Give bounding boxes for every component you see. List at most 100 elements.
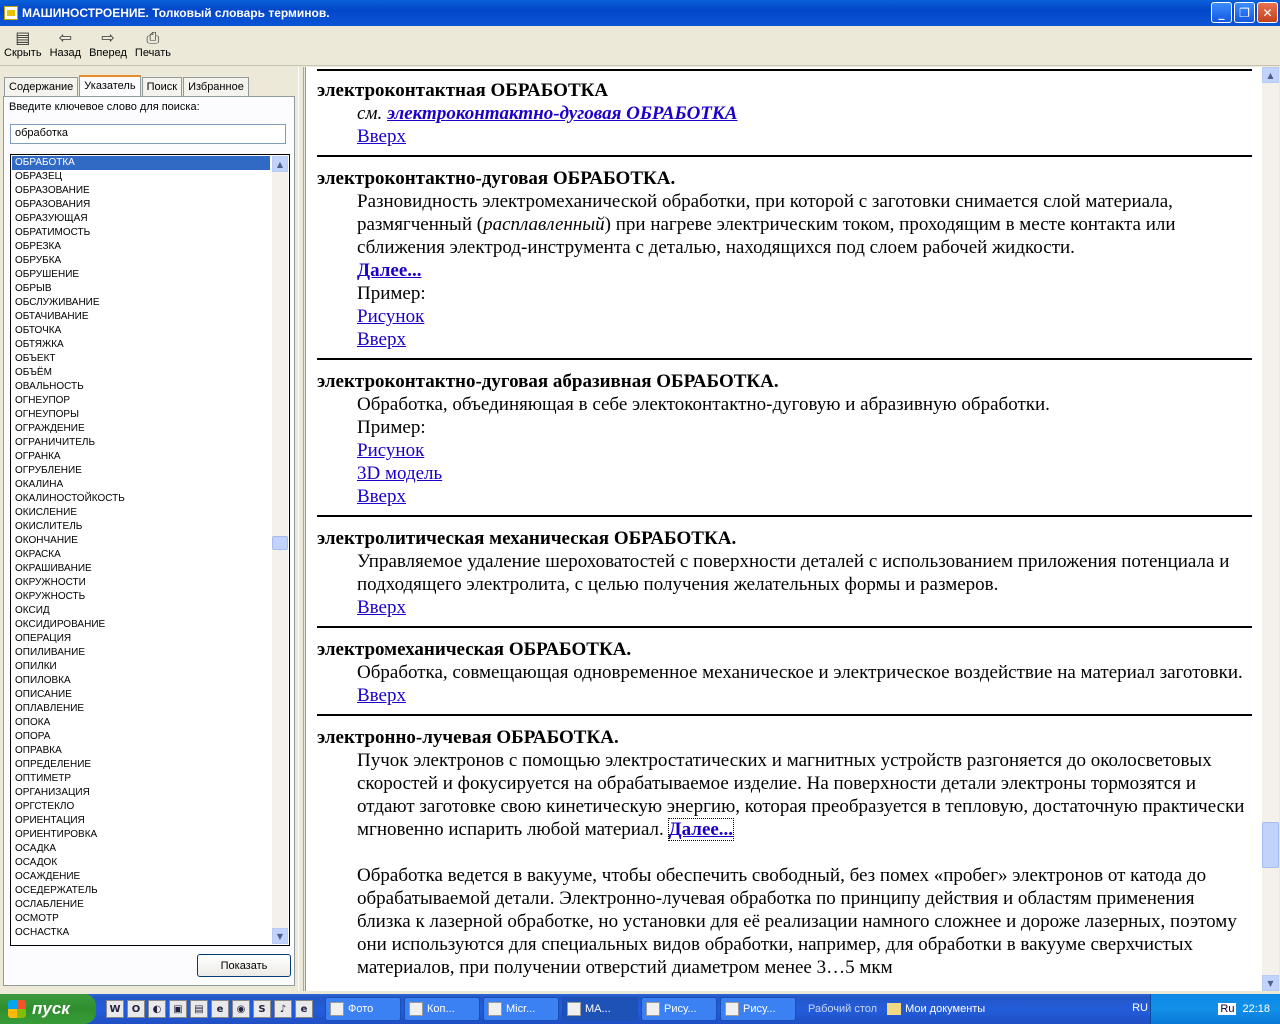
more-link[interactable]: Далее...	[357, 260, 422, 281]
scroll-thumb[interactable]	[272, 536, 288, 550]
tab-index[interactable]: Указатель	[79, 75, 141, 97]
index-item[interactable]: ОБЪЕКТ	[12, 352, 270, 366]
top-link[interactable]: Вверх	[357, 126, 406, 147]
index-item[interactable]: ОРИЕНТАЦИЯ	[12, 814, 270, 828]
index-item[interactable]: ОБТЯЖКА	[12, 338, 270, 352]
index-item[interactable]: ОКРУЖНОСТИ	[12, 576, 270, 590]
index-list[interactable]: ОБРАБОТКА ОБРАЗЕЦ ОБРАЗОВАНИЕ ОБРАЗОВАНИЯ ОБ…	[10, 154, 290, 946]
close-button[interactable]: ✕	[1257, 2, 1278, 23]
figure-link[interactable]: Рисунок	[357, 306, 424, 327]
index-item[interactable]: ОБРАЗЕЦ	[12, 170, 270, 184]
tab-search[interactable]: Поиск	[141, 77, 183, 97]
internet-explorer-icon[interactable]: e	[295, 1000, 313, 1018]
scroll-up-button[interactable]: ▲	[1262, 67, 1279, 83]
index-item[interactable]: ОКИСЛЕНИЕ	[12, 506, 270, 520]
task-copy[interactable]: Коп...	[404, 997, 480, 1021]
index-item[interactable]: ОПИЛОВКА	[12, 674, 270, 688]
top-link[interactable]: Вверх	[357, 329, 406, 350]
media-icon[interactable]: ◐	[148, 1000, 166, 1018]
model-link[interactable]: 3D модель	[357, 463, 442, 484]
index-item[interactable]: ОБЪЁМ	[12, 366, 270, 380]
index-item[interactable]: ОКРУЖНОСТЬ	[12, 590, 270, 604]
index-item[interactable]: ОПИЛКИ	[12, 660, 270, 674]
start-button[interactable]: пуск	[0, 994, 96, 1024]
my-documents[interactable]: Мои документы	[887, 1003, 985, 1015]
index-item[interactable]: ОБРУБКА	[12, 254, 270, 268]
index-item[interactable]: ОГРУБЛЕНИЕ	[12, 464, 270, 478]
see-link[interactable]: электроконтактно-дуговая ОБРАБОТКА	[387, 103, 737, 124]
keyword-input[interactable]: обработка	[10, 124, 286, 144]
index-item[interactable]: ОПИСАНИЕ	[12, 688, 270, 702]
index-item[interactable]: ОКСИДИРОВАНИЕ	[12, 618, 270, 632]
task-drawing-1[interactable]: Рису...	[641, 997, 717, 1021]
folder-icon[interactable]: ▣	[169, 1000, 187, 1018]
index-item[interactable]: ОСНАСТКА	[12, 926, 270, 940]
network-icon[interactable]: ◉	[232, 1000, 250, 1018]
index-item[interactable]: ОРГАНИЗАЦИЯ	[12, 786, 270, 800]
index-item[interactable]: ОКИСЛИТЕЛЬ	[12, 520, 270, 534]
task-drawing-2[interactable]: Рису...	[720, 997, 796, 1021]
scroll-down-button[interactable]: ▼	[272, 928, 288, 944]
ime-indicator[interactable]: Ru	[1218, 1003, 1237, 1015]
task-help[interactable]: МА...	[562, 997, 638, 1021]
index-item[interactable]: ОСМОТР	[12, 912, 270, 926]
index-scrollbar[interactable]: ▲ ▼	[272, 156, 288, 944]
index-item[interactable]: ОСЛАБЛЕНИЕ	[12, 898, 270, 912]
index-item[interactable]: ОПРАВКА	[12, 744, 270, 758]
title-bar[interactable]: МАШИНОСТРОЕНИЕ. Толковый словарь термино…	[0, 0, 1280, 26]
music-icon[interactable]: ♪	[274, 1000, 292, 1018]
print-button[interactable]: ⎙ Печать	[131, 26, 175, 65]
index-item[interactable]: ОГРАЖДЕНИЕ	[12, 422, 270, 436]
index-item[interactable]: ОКРАШИВАНИЕ	[12, 562, 270, 576]
task-photo[interactable]: Фото	[325, 997, 401, 1021]
index-item[interactable]: ОПТИМЕТР	[12, 772, 270, 786]
index-item[interactable]: ОГНЕУПОР	[12, 394, 270, 408]
index-item[interactable]: ОГРАНКА	[12, 450, 270, 464]
scroll-up-button[interactable]: ▲	[272, 156, 288, 172]
task-micr[interactable]: Micr...	[483, 997, 559, 1021]
index-item[interactable]: ОБРАБОТКА	[12, 156, 270, 170]
forward-button[interactable]: ⇨ Вперед	[85, 26, 131, 65]
index-item[interactable]: ОБРЫВ	[12, 282, 270, 296]
language-indicator[interactable]: RU	[1132, 1002, 1148, 1014]
index-item[interactable]: ОПЕРАЦИЯ	[12, 632, 270, 646]
index-item[interactable]: ОПРЕДЕЛЕНИЕ	[12, 758, 270, 772]
word-icon[interactable]: W	[106, 1000, 124, 1018]
index-item[interactable]: ОБРУШЕНИЕ	[12, 268, 270, 282]
index-item[interactable]: ОКОНЧАНИЕ	[12, 534, 270, 548]
index-item[interactable]: ОКАЛИНОСТОЙКОСТЬ	[12, 492, 270, 506]
tab-favorites[interactable]: Избранное	[183, 77, 249, 97]
index-item[interactable]: ОБСЛУЖИВАНИЕ	[12, 296, 270, 310]
index-item[interactable]: ОБРАЗОВАНИЯ	[12, 198, 270, 212]
index-item[interactable]: ОБТАЧИВАНИЕ	[12, 310, 270, 324]
index-item[interactable]: ОБРАТИМОСТЬ	[12, 226, 270, 240]
index-item[interactable]: ОКСИД	[12, 604, 270, 618]
clock[interactable]: 22:18	[1242, 1003, 1270, 1015]
index-item[interactable]: ОБТОЧКА	[12, 324, 270, 338]
app-icon[interactable]: ▤	[190, 1000, 208, 1018]
index-item[interactable]: ОКАЛИНА	[12, 478, 270, 492]
pane-splitter[interactable]	[298, 67, 304, 991]
back-button[interactable]: ⇦ Назад	[46, 26, 86, 65]
desktop-toolbar-label[interactable]: Рабочий стол	[808, 1003, 877, 1015]
figure-link[interactable]: Рисунок	[357, 440, 424, 461]
outlook-icon[interactable]: O	[127, 1000, 145, 1018]
minimize-button[interactable]: _	[1211, 2, 1232, 23]
scroll-down-button[interactable]: ▼	[1262, 975, 1279, 991]
top-link[interactable]: Вверх	[357, 597, 406, 618]
index-item[interactable]: ОБРЕЗКА	[12, 240, 270, 254]
index-item[interactable]: ОСАДОК	[12, 856, 270, 870]
index-item[interactable]: ОБРАЗОВАНИЕ	[12, 184, 270, 198]
index-item[interactable]: ОВАЛЬНОСТЬ	[12, 380, 270, 394]
tab-contents[interactable]: Содержание	[4, 77, 79, 97]
scroll-thumb[interactable]	[1262, 822, 1279, 868]
index-item[interactable]: ОПОРА	[12, 730, 270, 744]
index-item[interactable]: ОСАДКА	[12, 842, 270, 856]
show-button[interactable]: Показать	[197, 954, 291, 977]
index-item[interactable]: ОГРАНИЧИТЕЛЬ	[12, 436, 270, 450]
index-item[interactable]: ОПИЛИВАНИЕ	[12, 646, 270, 660]
top-link[interactable]: Вверх	[357, 486, 406, 507]
more-link[interactable]: Далее...	[667, 818, 735, 841]
index-item[interactable]: ОРИЕНТИРОВКА	[12, 828, 270, 842]
internet-explorer-icon[interactable]: e	[211, 1000, 229, 1018]
